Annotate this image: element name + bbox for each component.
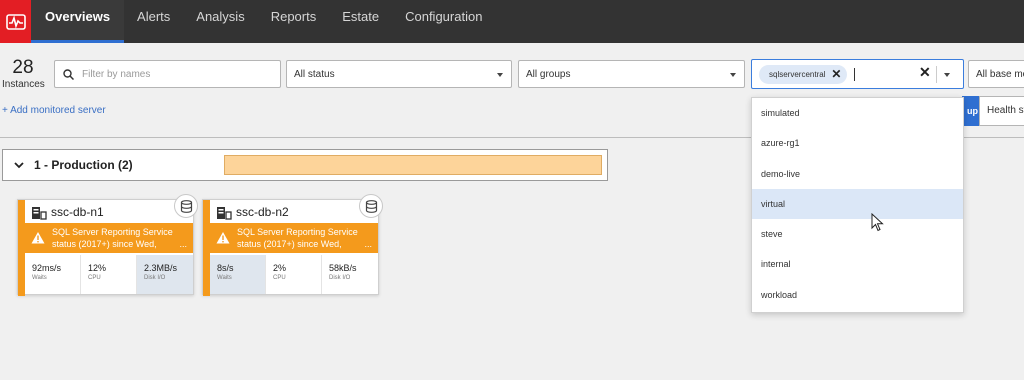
top-nav-bar: Overviews Alerts Analysis Reports Estate… (0, 0, 1024, 43)
nav-tab-configuration[interactable]: Configuration (392, 0, 495, 43)
chevron-down-icon[interactable] (13, 159, 25, 171)
warning-icon (216, 232, 230, 244)
metric-value: 58kB/s (329, 263, 357, 273)
metric-label: Disk I/O (329, 275, 351, 281)
metric-value: 8s/s (217, 263, 234, 273)
warning-icon (31, 232, 45, 244)
nav-tab-estate[interactable]: Estate (329, 0, 392, 43)
dropdown-option[interactable]: azure-rg1 (752, 128, 963, 158)
metric-value: 12% (88, 263, 107, 273)
warning-stripe (18, 200, 25, 296)
remove-tag-icon[interactable]: ✕ (831, 65, 841, 84)
dropdown-option[interactable]: simulated (752, 98, 963, 128)
health-sort-button[interactable]: Health st (979, 96, 1024, 126)
warning-stripe (203, 200, 210, 296)
chevron-down-icon (497, 73, 503, 77)
metric-waits[interactable]: 92ms/s Waits (25, 255, 81, 294)
tag-chip-label: sqlservercentral (769, 70, 826, 79)
dropdown-option[interactable]: workload (752, 280, 963, 310)
alert-more[interactable]: ... (364, 239, 372, 249)
alert-text: SQL Server Reporting Service status (201… (237, 227, 358, 249)
metric-label: Waits (32, 275, 47, 281)
metric-label: Waits (217, 275, 232, 281)
nav-tab-analysis[interactable]: Analysis (183, 0, 257, 43)
dropdown-option[interactable]: demo-live (752, 159, 963, 189)
status-select-value: All status (294, 68, 335, 80)
server-icon (32, 207, 47, 220)
metric-disk-io[interactable]: 58kB/s Disk I/O (322, 255, 378, 294)
metric-label: Disk I/O (144, 275, 166, 281)
metric-value: 2% (273, 263, 287, 273)
instance-count-label: Instances (2, 79, 45, 90)
app-logo-icon[interactable] (0, 0, 31, 43)
base-monitor-select[interactable]: All base mo (968, 60, 1024, 88)
groups-select-value: All groups (526, 68, 571, 80)
search-icon (63, 68, 74, 80)
nav-tab-alerts[interactable]: Alerts (124, 0, 183, 43)
metric-cpu[interactable]: 2% CPU (266, 255, 322, 294)
database-icon[interactable] (359, 194, 383, 218)
search-input[interactable]: Filter by names (54, 60, 281, 88)
text-cursor (854, 68, 855, 81)
alert-more[interactable]: ... (179, 239, 187, 249)
group-header[interactable]: 1 - Production (2) (2, 149, 608, 181)
dropdown-option[interactable]: virtual (752, 188, 963, 220)
chevron-down-icon (730, 73, 736, 77)
metric-value: 92ms/s (32, 263, 62, 273)
group-by-button[interactable]: up (962, 96, 980, 126)
metrics-row: 92ms/s Waits 12% CPU 2.3MB/s Disk I/O (25, 255, 193, 294)
status-select[interactable]: All status (286, 60, 512, 88)
metric-disk-io[interactable]: 2.3MB/s Disk I/O (137, 255, 193, 294)
database-icon[interactable] (174, 194, 198, 218)
groups-select[interactable]: All groups (518, 60, 745, 88)
metric-label: CPU (273, 275, 286, 281)
chevron-down-icon[interactable] (944, 73, 950, 77)
alert-text: SQL Server Reporting Service status (201… (52, 227, 173, 249)
clear-icon[interactable]: ✕ (919, 64, 931, 81)
mouse-pointer-icon (871, 213, 884, 232)
metric-label: CPU (88, 275, 101, 281)
group-title: 1 - Production (2) (34, 158, 133, 172)
main-nav: Overviews Alerts Analysis Reports Estate… (31, 0, 495, 43)
instance-count: 28 Instances (2, 57, 45, 92)
base-monitor-select-value: All base mo (976, 68, 1024, 80)
group-health-bar (224, 155, 602, 175)
server-card[interactable]: ssc-db-n2 SQL Server Reporting Service s… (202, 194, 383, 296)
add-monitored-server-link[interactable]: + Add monitored server (2, 105, 106, 116)
dropdown-option[interactable]: steve (752, 219, 963, 249)
server-name[interactable]: ssc-db-n1 (51, 205, 104, 219)
metric-cpu[interactable]: 12% CPU (81, 255, 137, 294)
tag-chip: sqlservercentral ✕ (759, 65, 848, 84)
tag-dropdown-menu: simulated azure-rg1 demo-live virtual st… (751, 97, 964, 313)
server-name[interactable]: ssc-db-n2 (236, 205, 289, 219)
nav-tab-reports[interactable]: Reports (258, 0, 330, 43)
server-icon (217, 207, 232, 220)
search-placeholder: Filter by names (82, 68, 151, 80)
nav-tab-overviews[interactable]: Overviews (31, 0, 125, 43)
metric-value: 2.3MB/s (144, 263, 178, 273)
metric-waits[interactable]: 8s/s Waits (210, 255, 266, 294)
metrics-row: 8s/s Waits 2% CPU 58kB/s Disk I/O (210, 255, 378, 294)
alert-banner[interactable]: SQL Server Reporting Service status (201… (210, 223, 378, 253)
instance-count-number: 28 (12, 57, 34, 78)
divider (936, 66, 937, 83)
dropdown-option[interactable]: internal (752, 249, 963, 279)
alert-banner[interactable]: SQL Server Reporting Service status (201… (25, 223, 193, 253)
server-card[interactable]: ssc-db-n1 SQL Server Reporting Service s… (17, 194, 198, 296)
tag-filter-input[interactable]: sqlservercentral ✕ ✕ (751, 59, 964, 89)
